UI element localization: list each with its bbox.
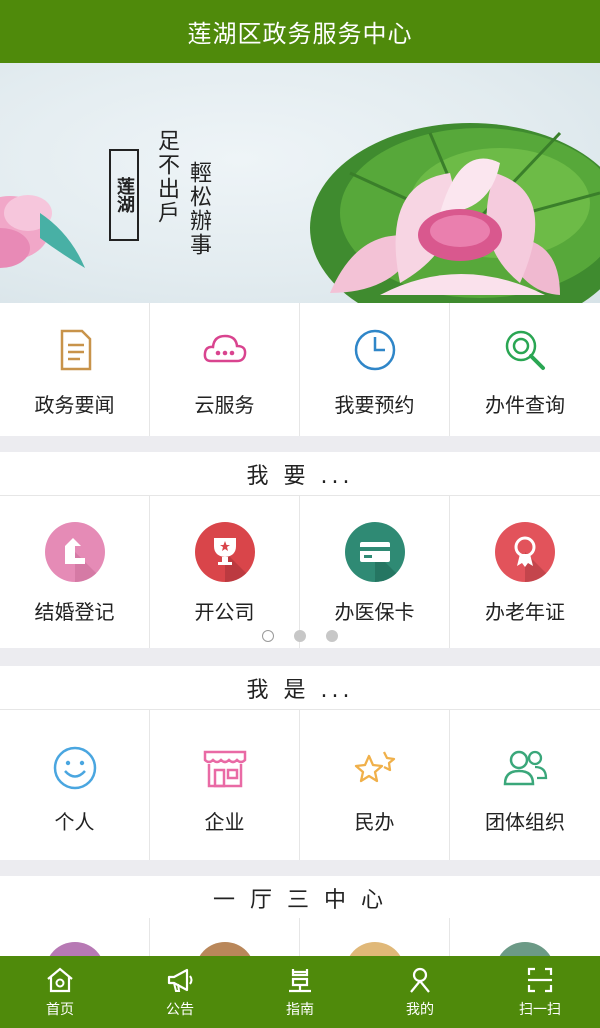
iam-item-personal[interactable]: 个人 bbox=[0, 710, 150, 860]
iam-item-label: 企业 bbox=[204, 810, 245, 834]
banner-slogan-line1: 足不出戶 bbox=[154, 129, 179, 225]
tab-scan[interactable]: 扫一扫 bbox=[480, 956, 600, 1028]
app-header: 莲湖区政务服务中心 bbox=[0, 0, 600, 63]
want-item-label: 开公司 bbox=[194, 600, 255, 624]
award-icon bbox=[495, 522, 555, 582]
iam-grid: 个人 企业 民办 团体组织 bbox=[0, 710, 600, 860]
hall-section-title: 一 厅 三 中 心 bbox=[0, 876, 600, 920]
shop-icon bbox=[203, 750, 246, 788]
stars-icon bbox=[354, 751, 395, 783]
hero-banner[interactable]: 莲湖 足不出戶 輕松辦事 bbox=[0, 63, 600, 303]
want-item-label: 办医保卡 bbox=[334, 600, 415, 624]
document-icon bbox=[60, 329, 91, 371]
iam-section-title: 我 是 ... bbox=[0, 666, 600, 710]
page-title: 莲湖区政务服务中心 bbox=[187, 20, 413, 48]
want-item-medical-card[interactable]: 办医保卡 bbox=[300, 496, 450, 648]
want-item-marriage[interactable]: 结婚登记 bbox=[0, 496, 150, 648]
home-icon bbox=[47, 967, 73, 993]
banner-seal: 莲湖 bbox=[109, 149, 139, 241]
hall-grid bbox=[0, 918, 600, 958]
quick-service-label: 我要预约 bbox=[334, 393, 415, 417]
tab-label: 首页 bbox=[46, 1002, 74, 1018]
want-grid: 结婚登记 开公司 办医保卡 办老年证 bbox=[0, 496, 600, 648]
pager-dot-1[interactable] bbox=[262, 630, 274, 642]
quick-service-cloud[interactable]: 云服务 bbox=[150, 303, 300, 436]
tab-guide[interactable]: 指南 bbox=[240, 956, 360, 1028]
guide-icon bbox=[289, 969, 311, 993]
pager-dot-2[interactable] bbox=[294, 630, 306, 642]
hall-item-3[interactable] bbox=[300, 918, 450, 958]
banner-slogan-line2: 輕松辦事 bbox=[186, 161, 211, 257]
quick-service-label: 云服务 bbox=[194, 393, 255, 417]
want-section-title: 我 要 ... bbox=[0, 452, 600, 496]
profile-icon bbox=[410, 967, 430, 993]
trophy-icon bbox=[194, 522, 255, 582]
iam-item-enterprise[interactable]: 企业 bbox=[150, 710, 300, 860]
tab-announcements[interactable]: 公告 bbox=[120, 956, 240, 1028]
group-icon bbox=[503, 750, 548, 786]
tab-mine[interactable]: 我的 bbox=[360, 956, 480, 1028]
iam-item-label: 民办 bbox=[354, 810, 395, 834]
banner-seal-text: 莲湖 bbox=[114, 177, 135, 213]
quick-services-grid: 政务要闻 云服务 我要预约 办件查询 bbox=[0, 303, 600, 436]
search-icon bbox=[505, 330, 545, 370]
want-item-company[interactable]: 开公司 bbox=[150, 496, 300, 648]
scan-icon bbox=[527, 967, 553, 993]
pager-dot-3[interactable] bbox=[326, 630, 338, 642]
tab-label: 公告 bbox=[166, 1002, 194, 1018]
hall-item-1[interactable] bbox=[0, 918, 150, 958]
marriage-icon bbox=[44, 522, 105, 582]
hall-item-2[interactable] bbox=[150, 918, 300, 958]
want-carousel-pager bbox=[0, 630, 600, 648]
card-icon bbox=[344, 522, 405, 582]
quick-service-label: 政务要闻 bbox=[34, 393, 115, 417]
want-item-label: 结婚登记 bbox=[34, 600, 115, 624]
lotus-illustration bbox=[0, 123, 600, 303]
want-item-senior-card[interactable]: 办老年证 bbox=[450, 496, 600, 648]
smiley-icon bbox=[53, 746, 96, 790]
hall-item-4[interactable] bbox=[450, 918, 600, 958]
tab-home[interactable]: 首页 bbox=[0, 956, 120, 1028]
clock-icon bbox=[354, 329, 395, 371]
iam-item-label: 团体组织 bbox=[485, 810, 565, 834]
tab-label: 指南 bbox=[286, 1002, 314, 1018]
quick-service-appointment[interactable]: 我要预约 bbox=[300, 303, 450, 436]
tab-label: 我的 bbox=[406, 1002, 434, 1018]
left-lotus-graphic bbox=[0, 195, 85, 268]
iam-item-label: 个人 bbox=[54, 810, 95, 834]
quick-service-label: 办件查询 bbox=[485, 393, 565, 417]
tab-label: 扫一扫 bbox=[519, 1002, 561, 1018]
want-item-label: 办老年证 bbox=[485, 600, 565, 624]
bottom-tab-bar: 首页 公告 指南 我的 扫一扫 bbox=[0, 956, 600, 1028]
quick-service-news[interactable]: 政务要闻 bbox=[0, 303, 150, 436]
cloud-icon bbox=[203, 334, 246, 363]
iam-item-organization[interactable]: 团体组织 bbox=[450, 710, 600, 860]
quick-service-query[interactable]: 办件查询 bbox=[450, 303, 600, 436]
megaphone-icon bbox=[167, 968, 193, 992]
iam-item-private[interactable]: 民办 bbox=[300, 710, 450, 860]
